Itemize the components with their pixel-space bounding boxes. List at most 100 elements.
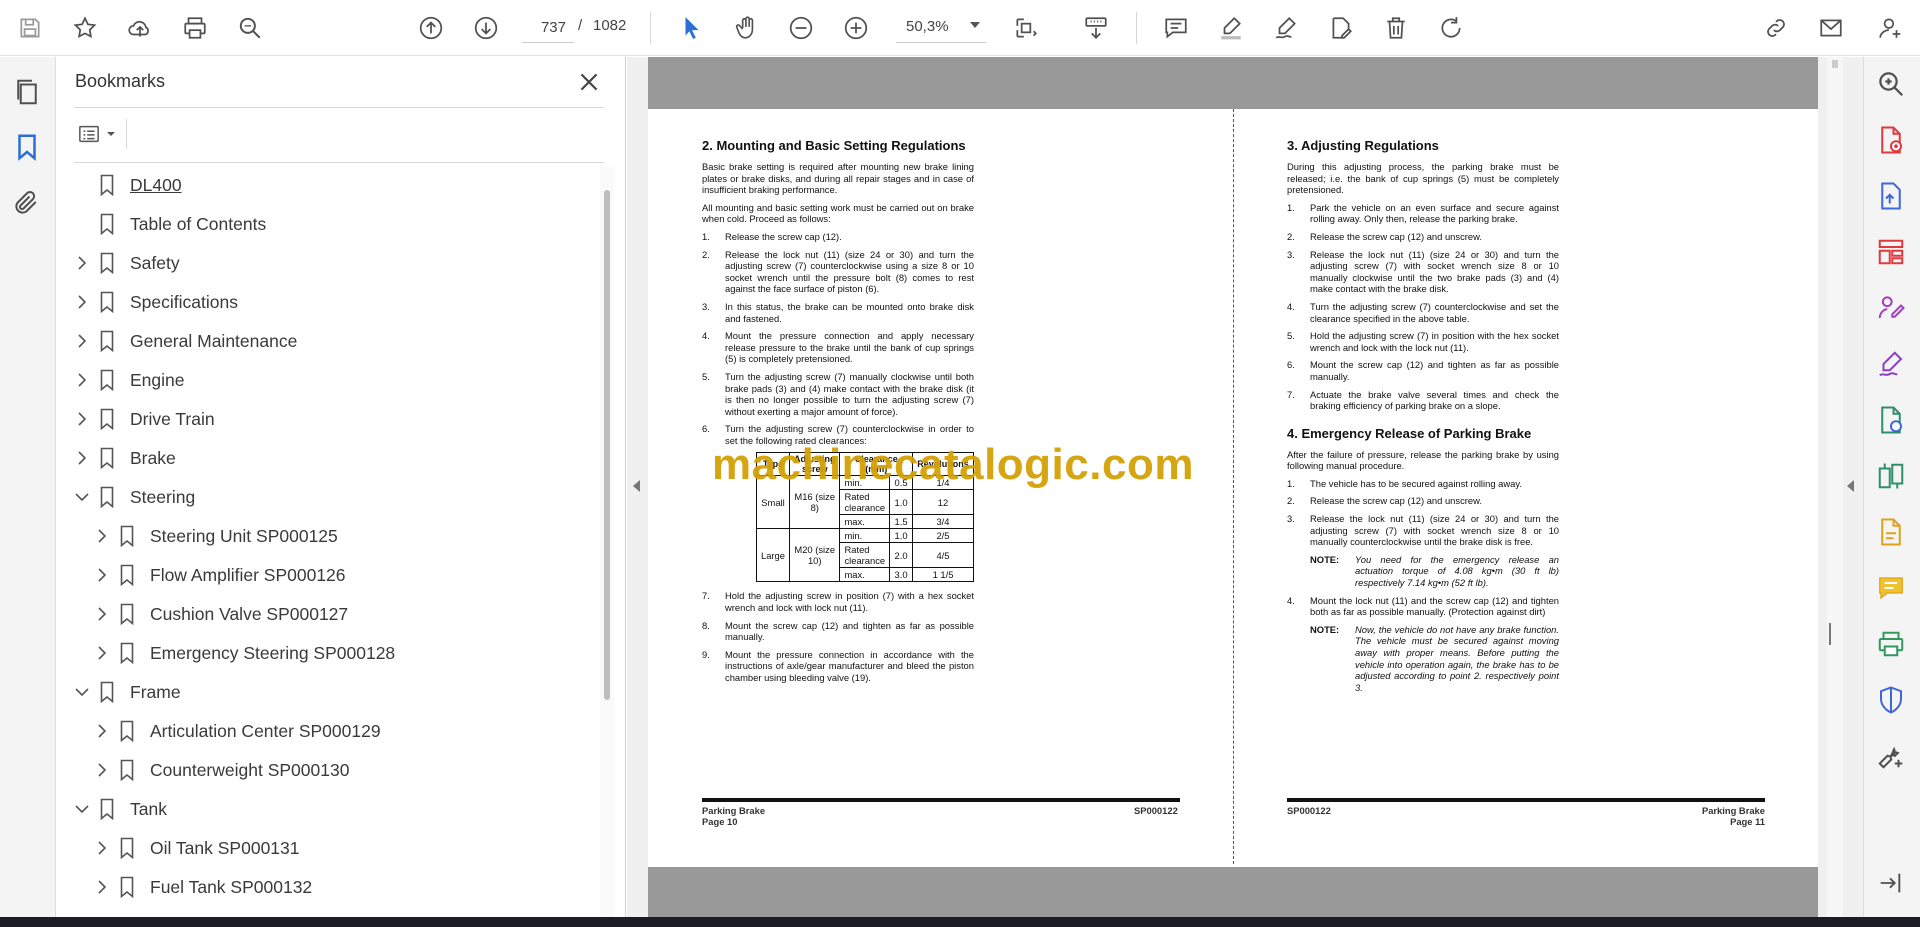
- bookmark-item[interactable]: Safety: [74, 245, 180, 281]
- print-production-icon[interactable]: [1876, 629, 1908, 661]
- zoom-in-icon[interactable]: [838, 10, 874, 46]
- bookmark-label: Frame: [130, 681, 181, 702]
- scan-icon[interactable]: [1876, 517, 1908, 549]
- save-icon[interactable]: [12, 10, 48, 46]
- sign-icon[interactable]: [1268, 10, 1304, 46]
- chevron-right-icon[interactable]: [74, 372, 90, 388]
- bookmark-icon: [100, 330, 114, 352]
- edit-page-icon[interactable]: [1323, 10, 1359, 46]
- chevron-right-icon[interactable]: [94, 762, 110, 778]
- bookmark-icon: [100, 486, 114, 508]
- chevron-right-icon[interactable]: [94, 606, 110, 622]
- scrollbar-thumb[interactable]: [604, 190, 610, 700]
- step-list: 1. Park the vehicle on an even surface an…: [1287, 202, 1559, 412]
- highlight-icon[interactable]: [1213, 10, 1249, 46]
- close-icon[interactable]: [576, 69, 602, 95]
- bookmark-item[interactable]: Brake: [74, 440, 176, 476]
- chevron-right-icon[interactable]: [74, 294, 90, 310]
- chevron-down-icon[interactable]: [74, 801, 90, 817]
- bookmark-item[interactable]: Cushion Valve SP000127: [94, 596, 348, 632]
- bookmark-star-icon[interactable]: [67, 10, 103, 46]
- list-item: 9. Mount the pressure connection in accor…: [702, 648, 974, 684]
- bookmark-item[interactable]: Counterweight SP000130: [94, 752, 349, 788]
- chevron-down-icon[interactable]: [74, 684, 90, 700]
- scroll-mode-icon[interactable]: [1078, 10, 1114, 46]
- attachments-icon[interactable]: [12, 187, 44, 219]
- collapse-left-icon[interactable]: [633, 480, 640, 492]
- bookmark-options-button[interactable]: [76, 119, 120, 149]
- select-cursor-icon[interactable]: [674, 10, 710, 46]
- bookmark-label: Emergency Steering SP000128: [150, 642, 396, 663]
- chevron-right-icon[interactable]: [74, 450, 90, 466]
- footer-rule: [1287, 798, 1765, 802]
- bookmark-item[interactable]: Tank: [74, 791, 167, 827]
- compare-icon[interactable]: [1876, 461, 1908, 493]
- fill-sign-icon[interactable]: [1876, 293, 1908, 325]
- organize-pages-icon[interactable]: [1876, 237, 1908, 269]
- bookmark-item[interactable]: Oil Tank SP000131: [94, 830, 300, 866]
- bookmark-icon: [120, 525, 134, 547]
- document-scrollbar[interactable]: [1827, 57, 1843, 917]
- account-icon[interactable]: [1872, 10, 1908, 46]
- chevron-right-icon[interactable]: [74, 411, 90, 427]
- upload-icon[interactable]: [122, 10, 158, 46]
- protect-icon[interactable]: [1876, 685, 1908, 717]
- list-item: 1. The vehicle has to be secured against …: [1287, 477, 1522, 489]
- bookmark-item[interactable]: Fuel Tank SP000132: [94, 869, 312, 905]
- step-list: 4. Mount the lock nut (11) and the screw …: [1287, 595, 1559, 618]
- bookmarks-icon[interactable]: [12, 132, 44, 164]
- more-tools-icon[interactable]: [1876, 741, 1908, 773]
- comment-icon[interactable]: [1876, 573, 1908, 605]
- rotate-icon[interactable]: [1433, 10, 1469, 46]
- bookmark-item[interactable]: Drive Train: [74, 401, 215, 437]
- page-thumbnails-icon[interactable]: [12, 77, 44, 109]
- chevron-right-icon[interactable]: [74, 333, 90, 349]
- export-pdf-icon[interactable]: [1876, 125, 1908, 157]
- email-icon[interactable]: [1813, 10, 1849, 46]
- section-heading: 3. Adjusting Regulations: [1287, 138, 1439, 153]
- edit-pdf-icon[interactable]: [1876, 349, 1908, 381]
- share-link-icon[interactable]: [1758, 10, 1794, 46]
- bookmark-item[interactable]: Engine: [74, 362, 185, 398]
- expand-panel-icon[interactable]: [1876, 869, 1908, 901]
- zoom-out-icon[interactable]: [783, 10, 819, 46]
- page-up-icon[interactable]: [413, 10, 449, 46]
- bookmark-item[interactable]: Articulation Center SP000129: [94, 713, 381, 749]
- bookmark-item[interactable]: DL400: [74, 167, 182, 203]
- bookmark-item[interactable]: Frame: [74, 674, 181, 710]
- chevron-right-icon[interactable]: [94, 879, 110, 895]
- page-down-icon[interactable]: [468, 10, 504, 46]
- chevron-right-icon[interactable]: [94, 567, 110, 583]
- page-number-input[interactable]: [522, 13, 574, 43]
- tools-rail: [1863, 57, 1920, 927]
- fit-page-icon[interactable]: [1008, 10, 1044, 46]
- bookmark-item[interactable]: Specifications: [74, 284, 238, 320]
- bookmark-item[interactable]: Steering Unit SP000125: [94, 518, 338, 554]
- hand-icon[interactable]: [729, 10, 765, 46]
- chevron-right-icon[interactable]: [94, 645, 110, 661]
- find-icon[interactable]: [232, 10, 268, 46]
- chevron-right-icon[interactable]: [94, 528, 110, 544]
- chevron-down-icon[interactable]: [74, 489, 90, 505]
- collapse-right-icon[interactable]: [1847, 480, 1854, 492]
- delete-icon[interactable]: [1378, 10, 1414, 46]
- table-cell: 12: [912, 489, 974, 516]
- search-doc-icon[interactable]: [1876, 69, 1908, 101]
- export-icon[interactable]: [1876, 405, 1908, 437]
- chevron-right-icon[interactable]: [74, 255, 90, 271]
- section-heading: 2. Mounting and Basic Setting Regulation…: [702, 138, 966, 153]
- chevron-right-icon[interactable]: [94, 723, 110, 739]
- table-cell: 2.0: [889, 542, 913, 569]
- zoom-select[interactable]: 50,3%: [896, 13, 986, 43]
- bookmark-item[interactable]: Emergency Steering SP000128: [94, 635, 395, 671]
- footer-text: Parking Brake Page 11: [1700, 805, 1765, 827]
- bookmark-item[interactable]: General Maintenance: [74, 323, 297, 359]
- bookmark-item[interactable]: Flow Amplifier SP000126: [94, 557, 346, 593]
- bookmark-item[interactable]: Table of Contents: [74, 206, 266, 242]
- print-icon[interactable]: [177, 10, 213, 46]
- create-pdf-icon[interactable]: [1876, 181, 1908, 213]
- chevron-right-icon[interactable]: [94, 840, 110, 856]
- bookmark-item[interactable]: Steering: [74, 479, 195, 515]
- scrollbar-thumb[interactable]: [1832, 60, 1838, 68]
- comment-icon[interactable]: [1158, 10, 1194, 46]
